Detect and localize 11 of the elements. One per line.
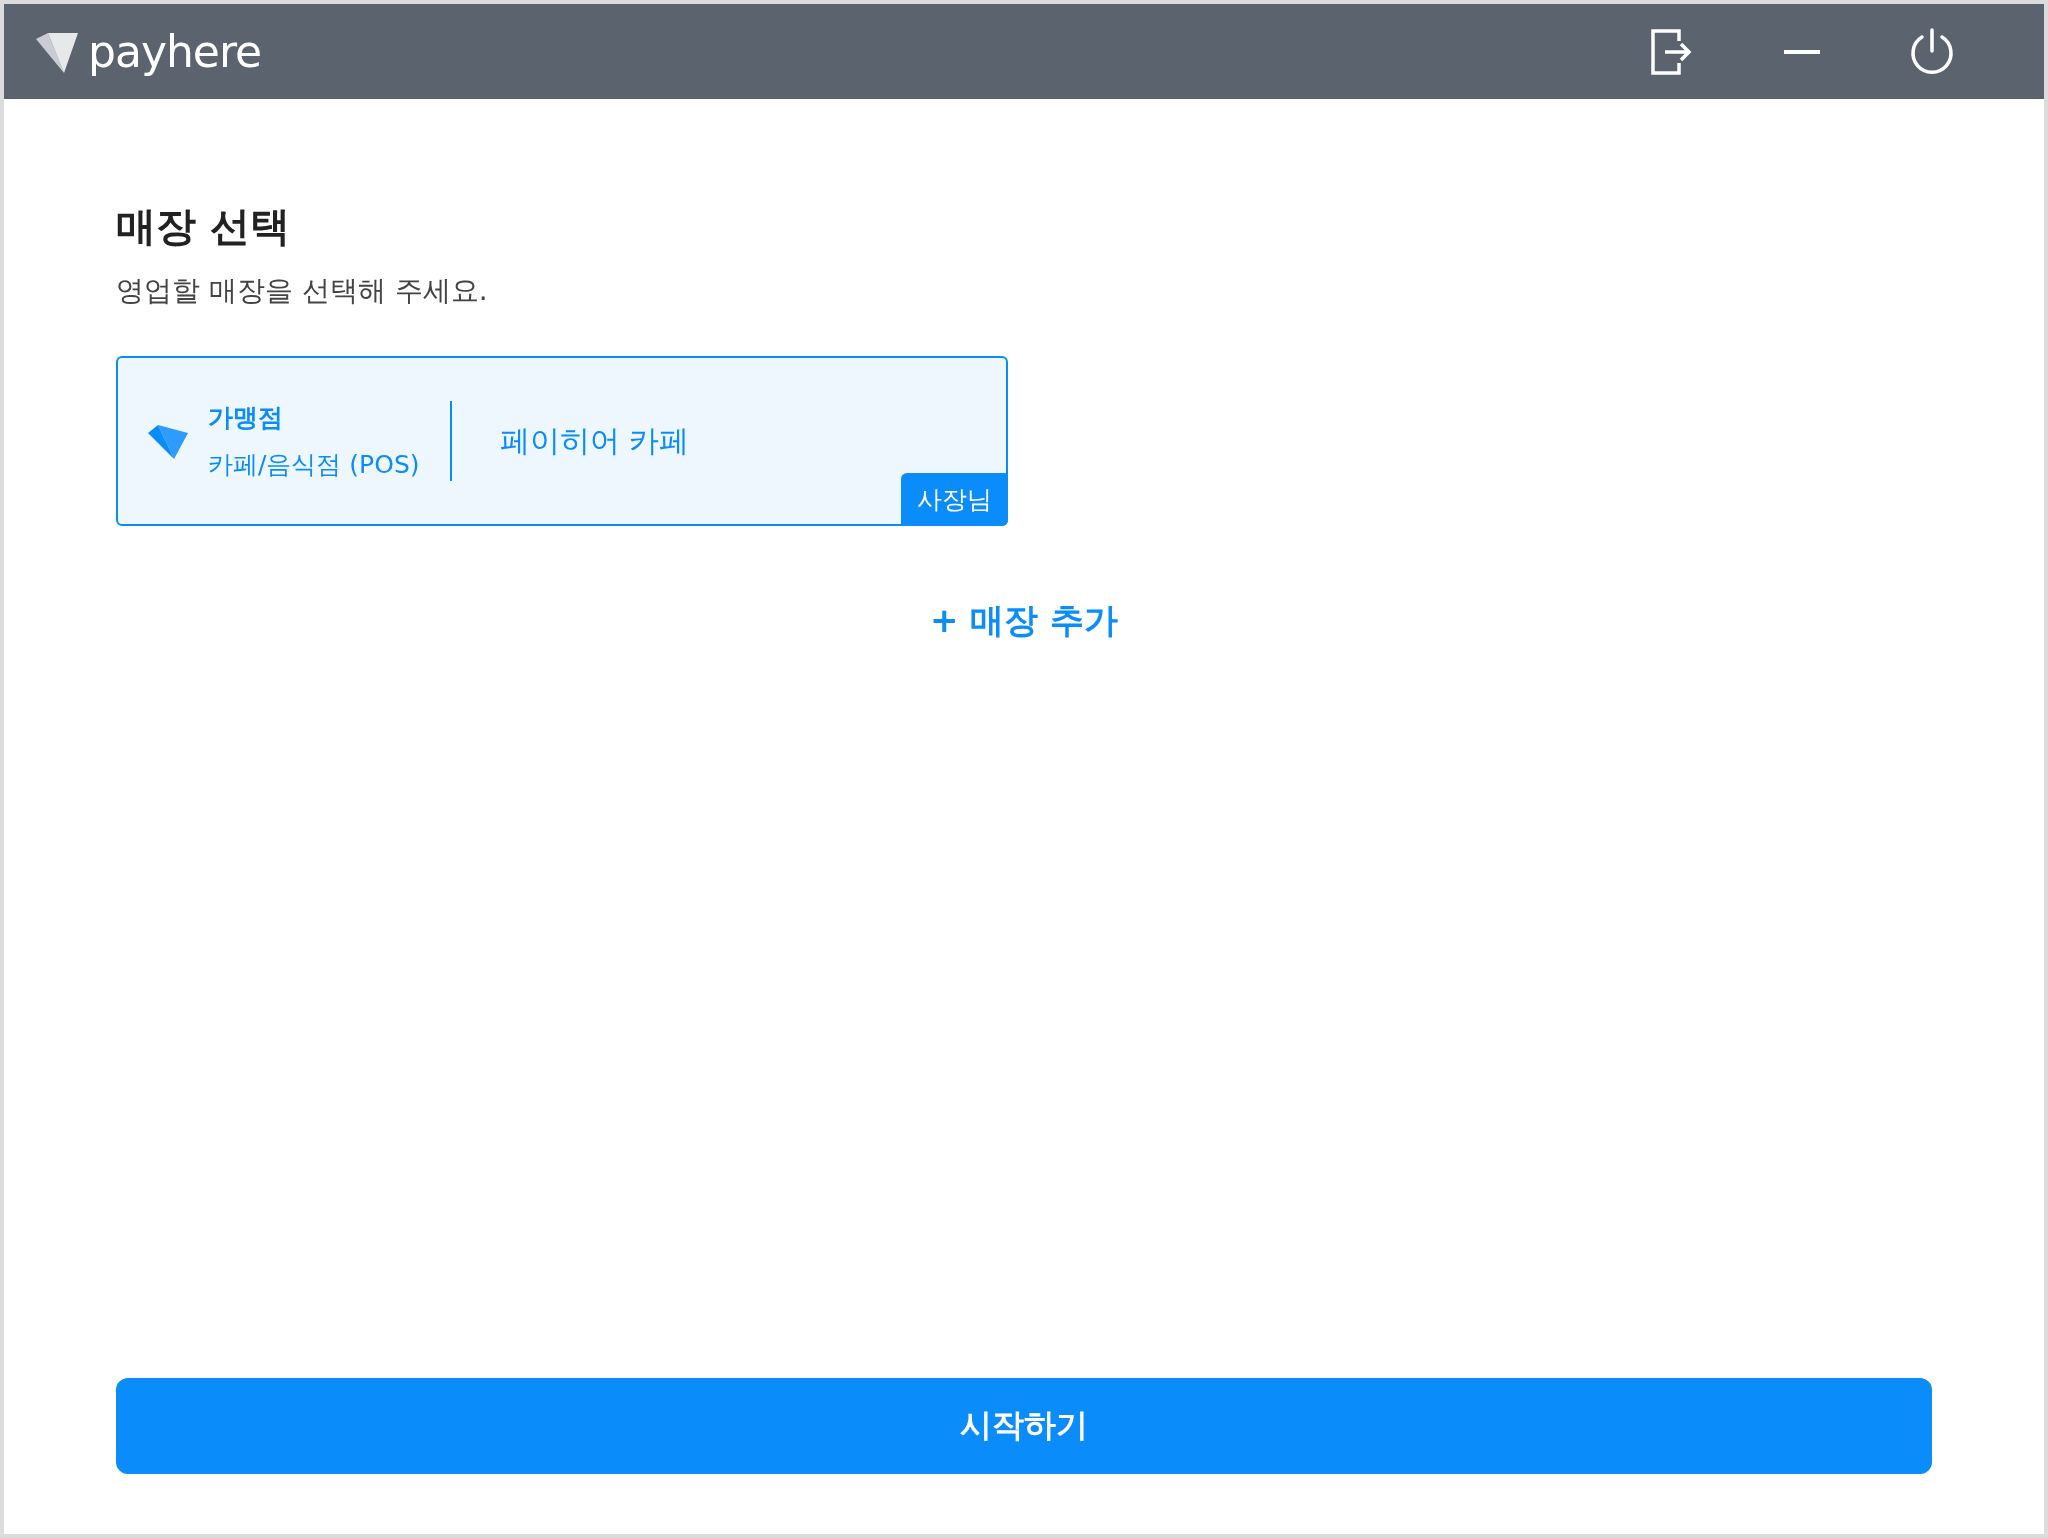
add-store-link[interactable]: + 매장 추가 (929, 598, 1119, 644)
store-type: 가맹점 (208, 402, 284, 434)
start-button[interactable]: 시작하기 (116, 1378, 1932, 1474)
minimize-icon (1784, 49, 1820, 54)
role-badge: 사장님 (901, 473, 1008, 526)
store-name: 페이히어 카페 (499, 421, 690, 460)
page-subtitle: 영업할 매장을 선택해 주세요. (116, 273, 489, 309)
logo-wordmark: payhere (88, 26, 262, 77)
page-title: 매장 선택 (116, 202, 291, 251)
store-card[interactable]: 가맹점 카페/음식점 (POS) 페이히어 카페 사장님 (116, 356, 1008, 526)
store-category: 카페/음식점 (POS) (208, 449, 420, 481)
